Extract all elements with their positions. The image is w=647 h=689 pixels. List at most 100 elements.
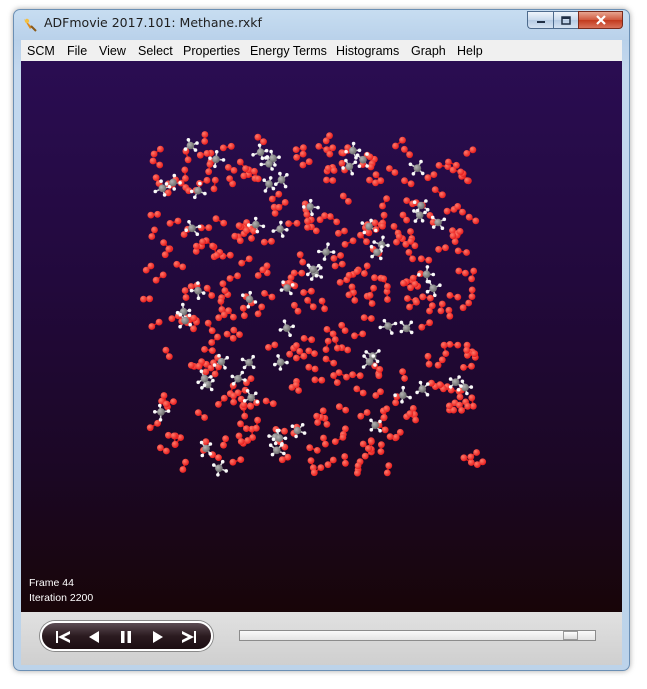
oxygen-atom: [446, 292, 454, 299]
oxygen-atom: [193, 242, 200, 250]
hydrogen-atom: [460, 379, 465, 384]
hydrogen-atom: [267, 434, 271, 438]
oxygen-atom: [221, 287, 229, 294]
oxygen-atom: [413, 298, 420, 306]
carbon-atom: [365, 222, 373, 231]
hydrogen-atom: [212, 363, 217, 367]
oxygen-atom: [190, 325, 197, 333]
hydrogen-atom: [425, 265, 430, 269]
oxygen-atom: [307, 457, 315, 464]
step-forward-button[interactable]: [148, 629, 168, 645]
oxygen-atom: [260, 238, 268, 246]
minimize-button[interactable]: [527, 11, 553, 29]
oxygen-atom: [265, 344, 272, 351]
carbon-atom: [322, 248, 330, 256]
oxygen-atom: [269, 400, 277, 408]
hydrogen-atom: [310, 212, 314, 216]
oxygen-atom: [426, 319, 433, 327]
oxygen-atom: [236, 158, 244, 166]
hydrogen-atom: [322, 257, 327, 261]
skip-to-start-button[interactable]: [54, 629, 74, 645]
hydrogen-atom: [418, 380, 423, 385]
playback-controls: [21, 612, 622, 665]
hydrogen-atom: [430, 215, 435, 220]
hydrogen-atom: [399, 320, 404, 325]
menu-histograms[interactable]: Histograms: [336, 44, 399, 58]
hydrogen-atom: [231, 382, 236, 386]
hydrogen-atom: [288, 333, 292, 338]
oxygen-atom: [305, 158, 313, 166]
oxygen-atom: [339, 434, 347, 441]
carbon-atom: [359, 155, 367, 164]
oxygen-atom: [166, 220, 174, 227]
oxygen-atom: [292, 146, 300, 153]
hydrogen-atom: [195, 141, 199, 145]
hydrogen-atom: [374, 228, 378, 233]
hydrogen-atom: [251, 365, 256, 370]
hydrogen-atom: [199, 440, 204, 445]
oxygen-atom: [401, 375, 408, 382]
oxygen-atom: [322, 346, 330, 353]
hydrogen-atom: [415, 390, 419, 395]
oxygen-atom: [231, 232, 239, 240]
oxygen-atom: [281, 427, 288, 435]
carbon-atom: [215, 464, 223, 473]
menu-view[interactable]: View: [99, 44, 126, 58]
menu-energy-terms[interactable]: Energy Terms: [250, 44, 327, 58]
carbon-atom: [269, 154, 277, 163]
oxygen-atom: [254, 416, 261, 424]
timeline-slider[interactable]: [239, 630, 596, 641]
oxygen-atom: [344, 346, 352, 354]
title-bar[interactable]: ADFmovie 2017.101: Methane.rxkf: [14, 10, 629, 38]
oxygen-atom: [220, 311, 228, 319]
menu-scm[interactable]: SCM: [27, 44, 55, 58]
oxygen-atom: [443, 207, 451, 215]
hydrogen-atom: [184, 228, 188, 232]
menu-select[interactable]: Select: [138, 44, 173, 58]
hydrogen-atom: [425, 289, 430, 294]
oxygen-atom: [471, 350, 478, 358]
menu-properties[interactable]: Properties: [183, 44, 240, 58]
carbon-atom: [293, 426, 302, 435]
oxygen-atom: [230, 398, 238, 406]
oxygen-atom: [173, 260, 181, 268]
menu-file[interactable]: File: [67, 44, 87, 58]
oxygen-atom: [372, 171, 380, 179]
hydrogen-atom: [264, 156, 268, 160]
maximize-button[interactable]: [553, 11, 578, 29]
pause-button[interactable]: [116, 629, 136, 645]
oxygen-atom: [299, 258, 307, 266]
molecule-viewport[interactable]: Frame 44 Iteration 2200: [21, 61, 622, 612]
skip-to-end-button[interactable]: [178, 629, 198, 645]
oxygen-atom: [329, 144, 337, 152]
close-button[interactable]: [578, 11, 623, 29]
hydrogen-atom: [412, 209, 416, 213]
hydrogen-atom: [369, 218, 373, 223]
oxygen-atom: [217, 297, 225, 305]
oxygen-atom: [424, 352, 432, 360]
oxygen-atom: [242, 165, 250, 172]
carbon-atom: [373, 248, 381, 257]
hydrogen-atom: [241, 293, 245, 297]
skip-to-start-icon: [56, 631, 70, 643]
hydrogen-atom: [423, 210, 427, 215]
oxygen-atom: [271, 341, 279, 349]
timeline-slider-thumb[interactable]: [563, 631, 578, 640]
carbon-atom: [265, 180, 273, 188]
step-back-button[interactable]: [84, 629, 104, 645]
hydrogen-atom: [341, 166, 345, 170]
oxygen-atom: [330, 359, 338, 367]
oxygen-atom: [275, 203, 283, 211]
oxygen-atom: [357, 412, 365, 420]
window-controls: [527, 11, 623, 29]
oxygen-atom: [380, 275, 388, 283]
oxygen-atom: [162, 346, 170, 354]
oxygen-atom: [142, 266, 150, 274]
oxygen-atom: [152, 174, 160, 181]
oxygen-atom: [361, 270, 368, 277]
hydrogen-atom: [314, 273, 319, 278]
menu-help[interactable]: Help: [457, 44, 483, 58]
oxygen-atom: [230, 326, 238, 334]
menu-graph[interactable]: Graph: [411, 44, 446, 58]
oxygen-atom: [424, 174, 432, 182]
